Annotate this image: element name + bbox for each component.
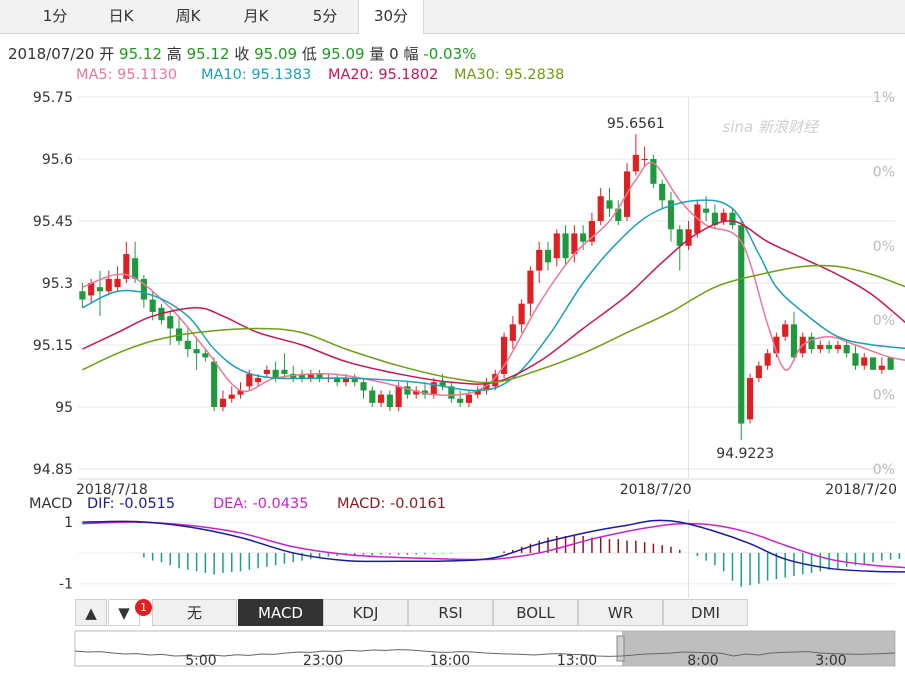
y-tick-label: 94.85: [33, 462, 73, 478]
candle-body: [132, 258, 139, 279]
candle-body: [281, 369, 288, 374]
navigator-time-label: 13:00: [557, 653, 597, 669]
indicator-tab-无[interactable]: 无: [152, 599, 237, 626]
candle-body: [729, 212, 736, 226]
candle-body: [562, 233, 569, 259]
candle-body: [782, 324, 789, 337]
candle-body: [869, 357, 877, 370]
candle-body: [386, 394, 393, 407]
candle-body: [790, 324, 798, 358]
candle-body: [738, 225, 745, 424]
candle-body: [404, 386, 411, 395]
candle-body: [659, 183, 666, 201]
macd-y-tick: 1: [64, 515, 73, 531]
candle-body: [887, 357, 894, 370]
candle-body: [509, 324, 516, 341]
candle-body: [369, 390, 376, 403]
y-tick-label: 95.6: [42, 152, 73, 168]
candle-body: [580, 233, 587, 242]
candle-body: [378, 394, 385, 403]
navigator-handle: [616, 635, 625, 662]
max-price-label: 95.6561: [607, 116, 665, 132]
candle-body: [518, 303, 525, 325]
right-axis-label: 0%: [873, 164, 895, 180]
candle-body: [755, 365, 762, 379]
y-tick-label: 95: [55, 400, 73, 416]
navigator-selection: [622, 631, 895, 666]
candle-body: [79, 291, 86, 300]
scroll-up-button[interactable]: ▲: [75, 599, 107, 626]
x-tick-label: 2018/7/20: [620, 482, 692, 498]
min-price-label: 94.9223: [716, 446, 774, 462]
candle-body: [536, 249, 543, 271]
candle-body: [246, 373, 253, 387]
candle-body: [263, 369, 270, 374]
candle-body: [676, 229, 683, 246]
macd-y-tick: -1: [59, 577, 73, 593]
range-navigator[interactable]: 5:00 23:00 18:00 13:00 8:00 3:00: [0, 628, 905, 677]
candle-body: [202, 353, 209, 358]
right-axis-label: 0%: [873, 239, 895, 255]
candle-body: [105, 278, 112, 292]
candle-body: [114, 278, 121, 288]
candle-body: [219, 398, 227, 407]
candle-body: [720, 212, 727, 221]
indicator-tab-macd[interactable]: MACD: [238, 599, 323, 626]
candle-body: [834, 345, 841, 350]
candle-body: [878, 365, 885, 370]
indicator-tab-boll[interactable]: BOLL: [493, 599, 578, 626]
right-axis-label: 0%: [873, 388, 895, 404]
candle-body: [606, 200, 613, 209]
candle-body: [703, 208, 710, 213]
candle-body: [465, 394, 473, 403]
ma10-line: [82, 199, 905, 392]
candle-body: [544, 249, 552, 263]
candle-body: [96, 287, 104, 292]
sina-watermark: sina 新浪财经: [723, 118, 820, 136]
candle-body: [272, 369, 279, 379]
y-tick-label: 95.75: [33, 90, 73, 106]
candle-body: [553, 233, 560, 259]
candle-body: [457, 398, 464, 403]
candle-body: [632, 154, 639, 172]
x-tick-label: 2018/7/20: [825, 482, 897, 498]
candle-body: [826, 345, 833, 350]
candle-body: [641, 159, 648, 160]
candle-body: [184, 340, 191, 350]
candle-body: [211, 361, 218, 407]
macd-chart: 1 -1: [59, 510, 905, 598]
navigator-time-label: 3:00: [815, 653, 846, 669]
right-axis-label: 0%: [873, 462, 895, 478]
candle-body: [395, 386, 402, 407]
candle-body: [764, 353, 771, 366]
candle-body: [228, 394, 235, 399]
candle-body: [360, 382, 367, 391]
candle-body: [843, 345, 850, 354]
navigator-time-label: 23:00: [303, 653, 343, 669]
y-tick-label: 95.45: [33, 214, 73, 230]
candle-body: [167, 316, 174, 329]
candle-body: [852, 353, 859, 366]
candle-body: [597, 196, 604, 221]
y-tick-label: 95.15: [33, 338, 73, 354]
candle-body: [746, 378, 754, 420]
candle-body: [817, 345, 824, 350]
candle-body: [527, 270, 534, 304]
candle-body: [255, 378, 262, 383]
navigator-time-label: 18:00: [430, 653, 470, 669]
navigator-time-label: 5:00: [185, 653, 216, 669]
notification-badge: 1: [135, 599, 152, 616]
y-tick-label: 95.3: [42, 276, 73, 292]
navigator-time-label: 8:00: [687, 653, 718, 669]
indicator-tab-rsi[interactable]: RSI: [408, 599, 493, 626]
right-axis-label: 0%: [873, 313, 895, 329]
candle-body: [193, 349, 200, 354]
candle-body: [861, 357, 868, 366]
indicator-tab-kdj[interactable]: KDJ: [323, 599, 408, 626]
candle-body: [149, 299, 156, 312]
indicator-tab-wr[interactable]: WR: [578, 599, 663, 626]
candlestick-chart[interactable]: 95.75 95.6 95.45 95.3 95.15 95 94.85 1% 0% 0% 0% 0%…: [0, 0, 905, 500]
right-axis-label: 1%: [873, 90, 895, 106]
indicator-tab-dmi[interactable]: DMI: [663, 599, 748, 626]
